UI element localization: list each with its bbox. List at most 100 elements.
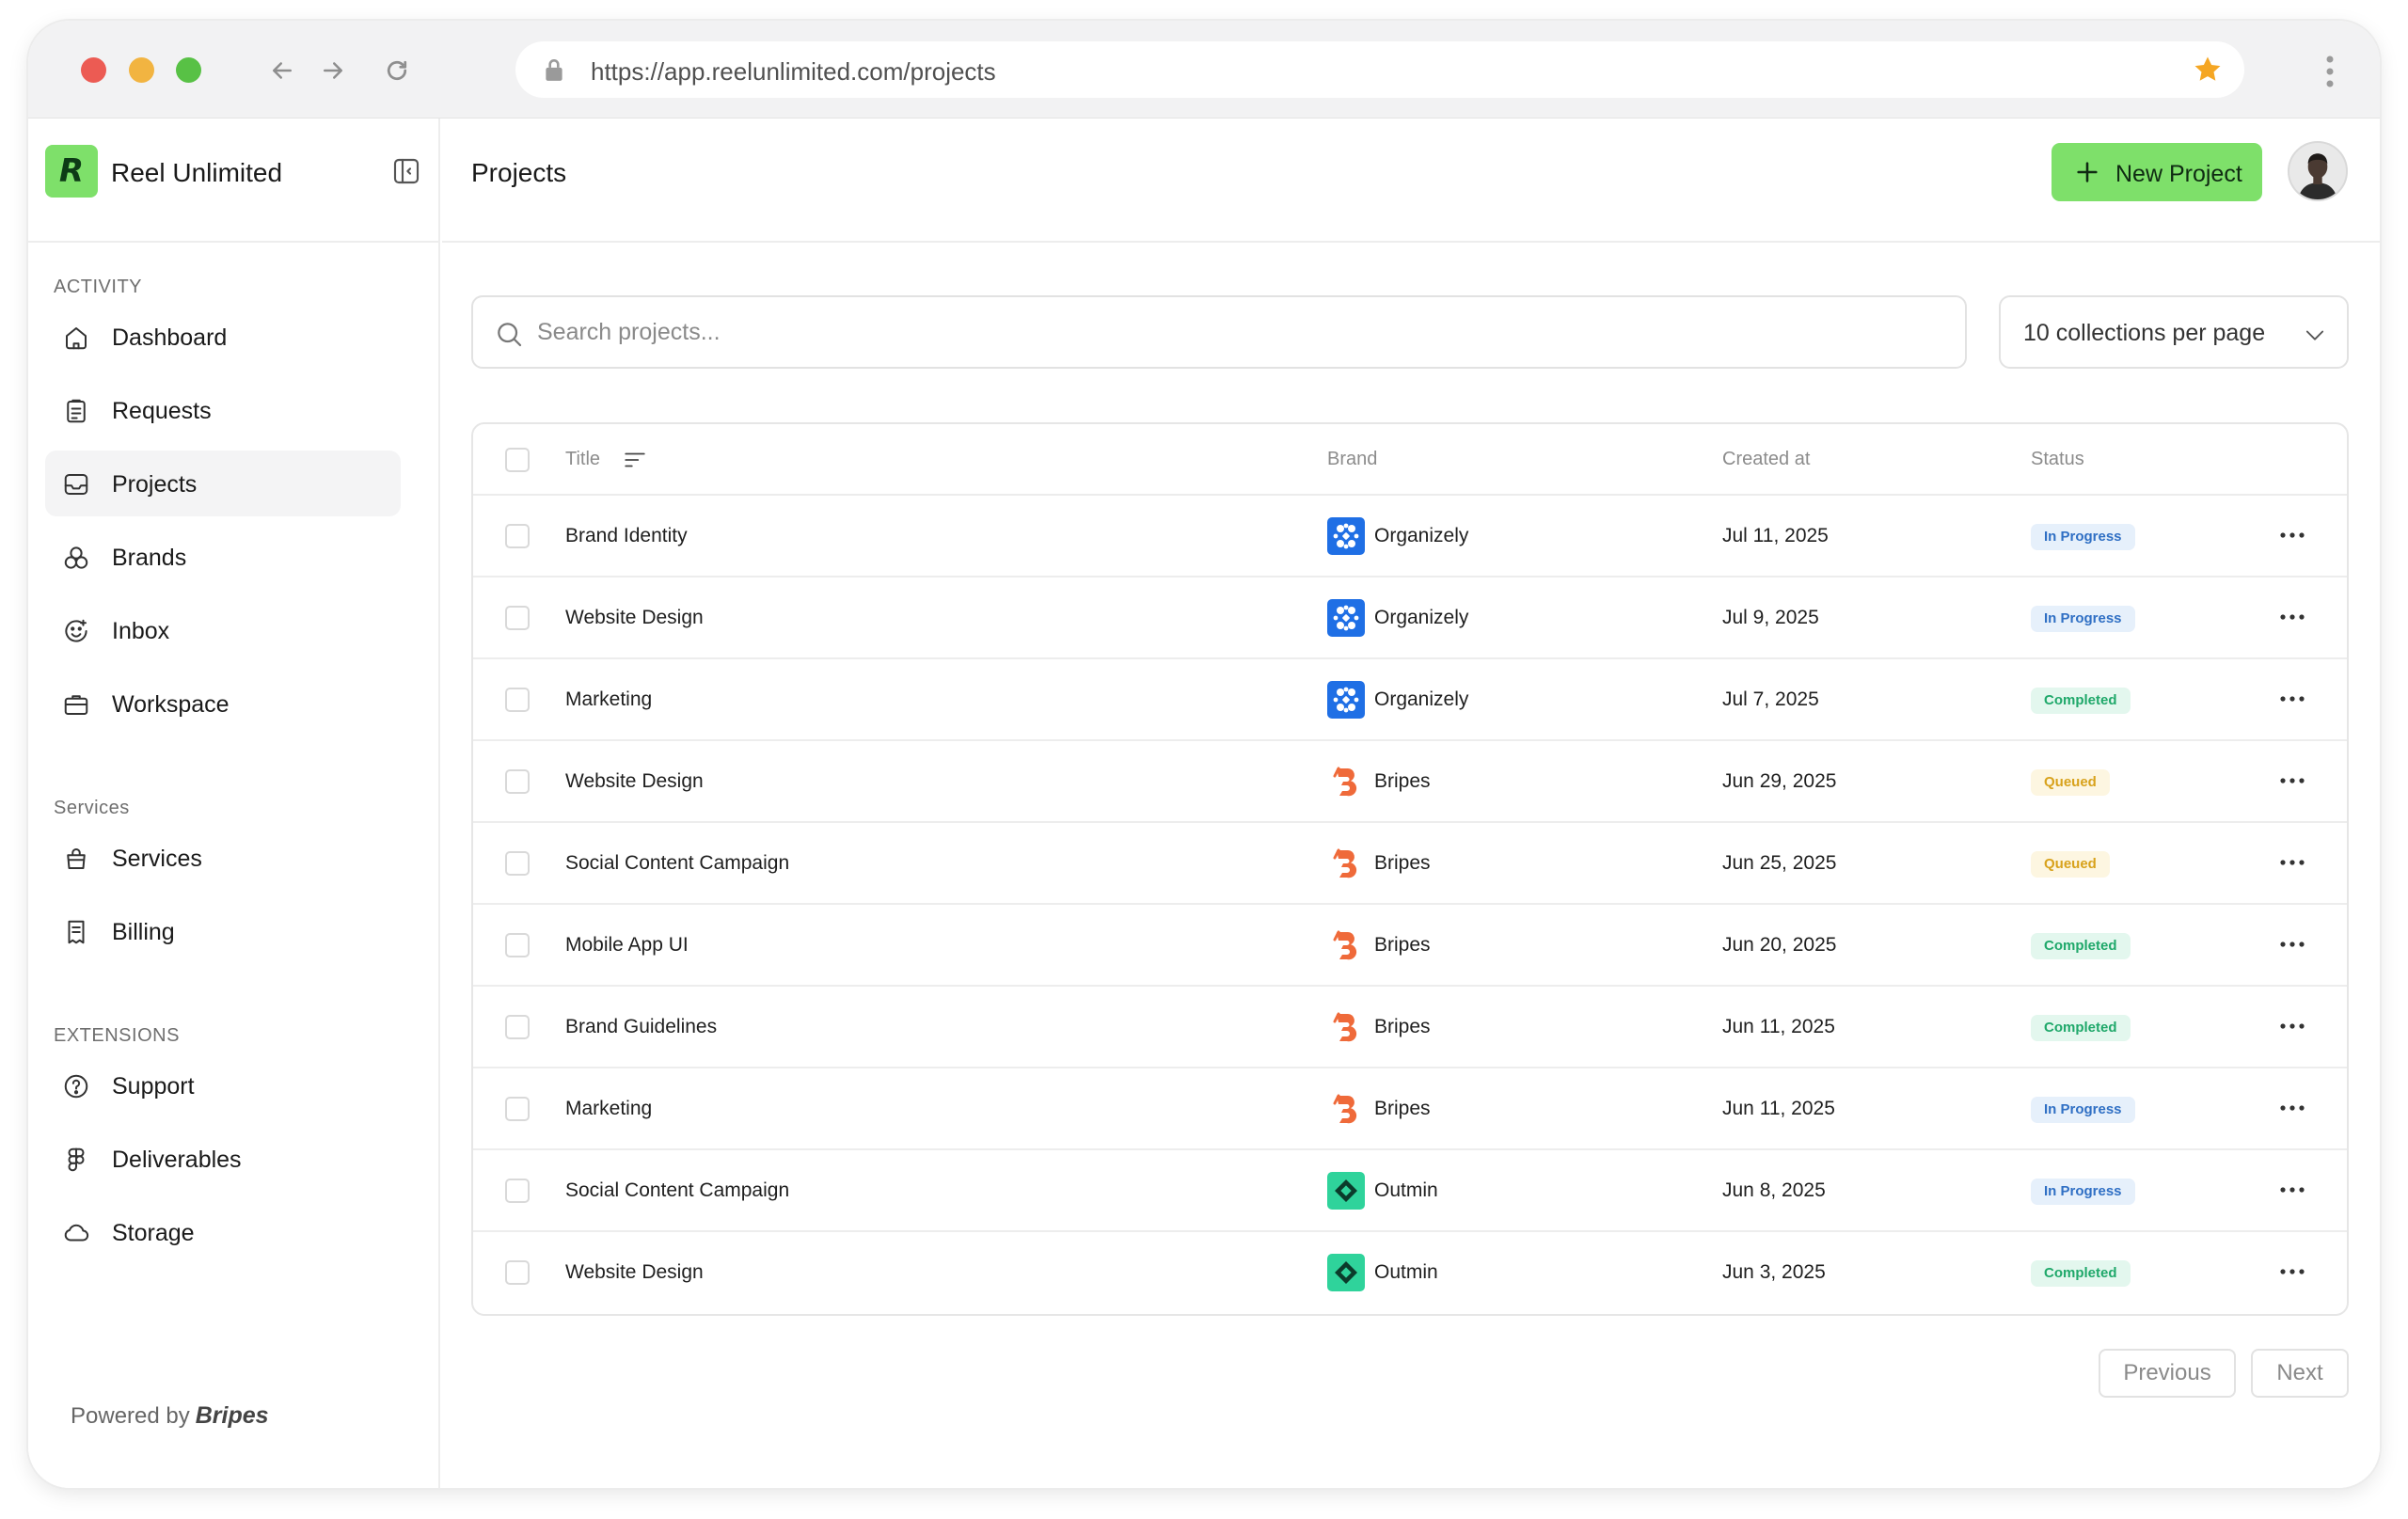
row-title[interactable]: Brand Identity [565, 525, 688, 547]
url-text: https://app.reelunlimited.com/projects [591, 57, 996, 86]
reload-button[interactable] [380, 54, 414, 87]
row-more-actions-icon[interactable] [2279, 1184, 2305, 1195]
row-checkbox[interactable] [505, 524, 530, 548]
row-checkbox[interactable] [505, 933, 530, 957]
address-bar[interactable]: https://app.reelunlimited.com/projects [515, 41, 2244, 98]
table-row[interactable]: Website Design Outmin Jun 3, 2025 Completed [473, 1232, 2347, 1314]
user-avatar[interactable] [2288, 141, 2348, 201]
sidebar-item-billing[interactable]: Billing [45, 898, 401, 964]
sidebar-item-deliverables[interactable]: Deliverables [45, 1126, 401, 1192]
row-title[interactable]: Social Content Campaign [565, 1179, 789, 1202]
row-created-at: Jun 29, 2025 [1722, 770, 1837, 792]
sidebar-item-workspace[interactable]: Workspace [45, 671, 401, 736]
sidebar-item-inbox[interactable]: Inbox [45, 597, 401, 663]
browser-menu-icon[interactable] [2325, 55, 2335, 88]
row-more-actions-icon[interactable] [2279, 775, 2305, 786]
row-brand: Bripes [1374, 934, 1431, 956]
app-logo[interactable]: R [45, 145, 98, 198]
row-created-at: Jul 7, 2025 [1722, 688, 1819, 710]
row-title[interactable]: Website Design [565, 770, 704, 793]
row-more-actions-icon[interactable] [2279, 693, 2305, 704]
brand-header: R Reel Unlimited [45, 145, 421, 201]
bripes-logo-icon [1327, 845, 1365, 882]
bookmark-star-icon[interactable] [2192, 54, 2224, 86]
row-created-at: Jun 3, 2025 [1722, 1261, 1826, 1283]
figma-icon [68, 1147, 85, 1172]
sidebar-item-dashboard[interactable]: Dashboard [45, 304, 401, 370]
row-checkbox[interactable] [505, 1097, 530, 1121]
table-row[interactable]: Website Design Organizely Jul 9, 2025 In Pr… [473, 578, 2347, 659]
receipt-icon [68, 920, 85, 944]
row-title[interactable]: Website Design [565, 607, 704, 629]
row-title[interactable]: Social Content Campaign [565, 852, 789, 875]
table-row[interactable]: Social Content Campaign Bripes Jun 25, 202… [473, 823, 2347, 905]
bripes-logo-icon [1327, 926, 1365, 964]
row-checkbox[interactable] [505, 606, 530, 630]
row-title[interactable]: Website Design [565, 1261, 704, 1284]
minimize-window-button[interactable] [129, 57, 154, 83]
sidebar-item-services[interactable]: Services [45, 825, 401, 891]
row-checkbox[interactable] [505, 688, 530, 712]
bripes-logo-icon [1327, 1008, 1365, 1046]
row-checkbox[interactable] [505, 1260, 530, 1285]
sidebar-item-requests[interactable]: Requests [45, 377, 401, 443]
row-brand: Organizely [1374, 525, 1469, 546]
search-icon [498, 323, 522, 347]
per-page-select[interactable]: 10 collections per page [1999, 295, 2349, 369]
back-button[interactable] [265, 54, 299, 87]
table-row[interactable]: Website Design Bripes Jun 29, 2025 Queued [473, 741, 2347, 823]
row-brand: Bripes [1374, 770, 1431, 792]
sidebar-item-storage[interactable]: Storage [45, 1199, 401, 1265]
row-title[interactable]: Marketing [565, 1098, 652, 1120]
status-badge: Completed [2031, 1015, 2131, 1041]
row-checkbox[interactable] [505, 769, 530, 794]
maximize-window-button[interactable] [176, 57, 201, 83]
sidebar-item-label: Dashboard [112, 324, 228, 351]
search-input[interactable] [537, 309, 1929, 356]
organizely-logo-icon [1327, 599, 1365, 637]
previous-page-button[interactable]: Previous [2099, 1349, 2236, 1398]
row-more-actions-icon[interactable] [2279, 857, 2305, 868]
question-circle-icon [64, 1074, 88, 1099]
forward-button[interactable] [316, 54, 350, 87]
table-row[interactable]: Social Content Campaign Outmin Jun 8, 2025… [473, 1150, 2347, 1232]
row-title[interactable]: Brand Guidelines [565, 1016, 717, 1038]
sidebar-item-label: Billing [112, 919, 175, 945]
table-row[interactable]: Marketing Organizely Jul 7, 2025 Completed [473, 659, 2347, 741]
row-more-actions-icon[interactable] [2279, 1021, 2305, 1032]
row-checkbox[interactable] [505, 1179, 530, 1203]
row-more-actions-icon[interactable] [2279, 939, 2305, 950]
sidebar-item-support[interactable]: Support [45, 1052, 401, 1118]
sidebar-item-projects[interactable]: Projects [45, 451, 401, 516]
close-window-button[interactable] [81, 57, 106, 83]
table-row[interactable]: Mobile App UI Bripes Jun 20, 2025 Completed [473, 905, 2347, 987]
sidebar-item-label: Brands [112, 545, 187, 571]
row-title[interactable]: Marketing [565, 688, 652, 711]
sidebar-item-label: Support [112, 1073, 195, 1100]
search-box [471, 295, 1967, 369]
sidebar-item-brands[interactable]: Brands [45, 524, 401, 590]
sidebar-collapse-icon[interactable] [391, 156, 421, 186]
row-brand: Outmin [1374, 1179, 1438, 1201]
table-row[interactable]: Brand Guidelines Bripes Jun 11, 2025 Comple… [473, 987, 2347, 1068]
row-checkbox[interactable] [505, 851, 530, 876]
powered-by-brand[interactable]: Bripes [196, 1402, 269, 1429]
new-project-button[interactable]: New Project [2052, 143, 2262, 201]
status-badge: In Progress [2031, 1179, 2135, 1205]
row-checkbox[interactable] [505, 1015, 530, 1039]
column-header-title[interactable]: Title [565, 449, 600, 470]
row-more-actions-icon[interactable] [2279, 1266, 2305, 1277]
table-row[interactable]: Brand Identity Organizely Jul 11, 2025 In P… [473, 496, 2347, 578]
sidebar-item-label: Requests [112, 398, 212, 424]
row-title[interactable]: Mobile App UI [565, 934, 689, 957]
select-all-checkbox[interactable] [505, 448, 530, 472]
row-more-actions-icon[interactable] [2279, 530, 2305, 541]
row-brand: Bripes [1374, 852, 1431, 874]
row-more-actions-icon[interactable] [2279, 611, 2305, 623]
table-row[interactable]: Marketing Bripes Jun 11, 2025 In Progress [473, 1068, 2347, 1150]
next-page-button[interactable]: Next [2251, 1349, 2349, 1398]
sort-icon[interactable] [622, 448, 648, 472]
sidebar-item-label: Services [112, 846, 202, 872]
row-more-actions-icon[interactable] [2279, 1102, 2305, 1114]
app-name: Reel Unlimited [111, 158, 283, 187]
